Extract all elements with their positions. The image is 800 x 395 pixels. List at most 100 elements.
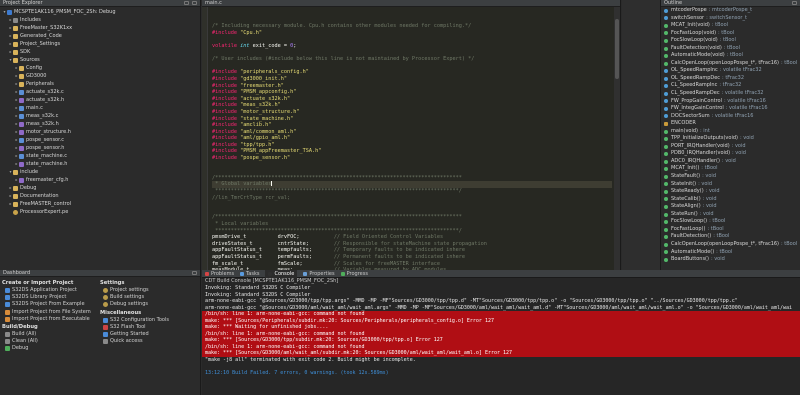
outline-item[interactable]: MCAT_Init(void): tBool [661, 22, 800, 30]
outline-item[interactable]: FocFastLoop(void): tBool [661, 30, 800, 38]
code-token: #include [212, 148, 241, 155]
outline-item[interactable]: StateAlign(): void [661, 203, 800, 211]
outline-item[interactable]: StateInit(): void [661, 181, 800, 189]
tree-item[interactable]: ▸ actuate_s32k.c [0, 88, 200, 96]
code-content[interactable]: /* Including necessary module. Cpu.h con… [212, 10, 612, 270]
console-tab-tasks[interactable]: Tasks [240, 271, 259, 277]
outline-item[interactable]: OL_SpeedRampDec: tFrac32 [661, 75, 800, 83]
console-tab-problems[interactable]: Problems [205, 271, 234, 277]
minimize-icon[interactable] [184, 1, 189, 5]
outline-item[interactable]: FocSlowLoop(void): tBool [661, 37, 800, 45]
maximize-icon[interactable] [192, 1, 197, 5]
tree-item-label: meas_s32k.h [26, 121, 59, 127]
dashboard-link[interactable]: Debug [2, 345, 100, 352]
outline-item[interactable]: ENCODER [661, 120, 800, 128]
tree-item[interactable]: ▸ pospe_sensor.h [0, 144, 200, 152]
tree-item[interactable]: ▸ Project_Settings [0, 40, 200, 48]
dashboard-link-label: Project settings [110, 287, 149, 293]
dashboard-link[interactable]: S32DS Library Project [2, 294, 100, 301]
dashboard-link[interactable]: Import Project from Executable [2, 316, 100, 323]
outline-item[interactable]: CalcOpenLoop(openLoopPospe_t*, tFrac16):… [661, 60, 800, 68]
outline-item[interactable]: CL_SpeedRampInc: tFrac32 [661, 82, 800, 90]
tree-item[interactable]: ▸ Generated_Code [0, 32, 200, 40]
outline-item[interactable]: FW_IntegGainControl: volatile tFrac16 [661, 105, 800, 113]
outline-item[interactable]: BoardButtons(): void [661, 256, 800, 264]
tree-item[interactable]: ▸ meas_s32k.c [0, 112, 200, 120]
tree-item[interactable]: ProcessorExpert.pe [0, 208, 200, 216]
editor-scrollbar[interactable] [614, 7, 620, 270]
dashboard-link[interactable]: S32DS Application Project [2, 287, 100, 294]
dashboard-tab[interactable]: Dashboard [3, 270, 30, 276]
outline-item[interactable]: FaultDetection(): tBool [661, 233, 800, 241]
outline-item[interactable]: AutomaticMode(): tBool [661, 249, 800, 257]
outline-item[interactable]: TPP_InitializeOutputs(void): void [661, 135, 800, 143]
dashboard-link[interactable]: S32 Flash Tool [100, 324, 198, 331]
dashboard-link[interactable]: Build settings [100, 294, 198, 301]
tree-item[interactable]: ▸ Config [0, 64, 200, 72]
outline-item[interactable]: switchSensor: switchSensor_t [661, 15, 800, 23]
minimize-icon[interactable] [192, 271, 197, 275]
code-token: // Scales for freeMASTER interface [333, 260, 440, 267]
console-output[interactable]: Invoking: Standard S32DS C Compiler Invok… [202, 285, 800, 376]
tree-item[interactable]: ▸ Includes [0, 16, 200, 24]
outline-item[interactable]: FaultDetection(void): tBool [661, 45, 800, 53]
tree-item[interactable]: ▸ Peripherals [0, 80, 200, 88]
outline-item[interactable]: AutomaticMode(void): tBool [661, 52, 800, 60]
tree-item[interactable]: ▸ meas_s32k.h [0, 120, 200, 128]
outline-item[interactable]: CalcOpenLoop(openLoopPospe_t*, tFrac16):… [661, 241, 800, 249]
outline-item[interactable]: PORT_IRQHandler(void): void [661, 143, 800, 151]
console-tab-properties[interactable]: Properties [303, 271, 335, 277]
tree-item[interactable]: ▸ FreeMASTER_control [0, 200, 200, 208]
outline-item[interactable]: FW_PropGainControl: volatile tFrac16 [661, 98, 800, 106]
console-tab-console[interactable]: Console [265, 270, 298, 278]
tree-item[interactable]: ▸ actuate_s32k.h [0, 96, 200, 104]
outline-item[interactable]: main(void): int [661, 128, 800, 136]
dashboard-link[interactable]: S32 Configuration Tools [100, 317, 198, 324]
tree-item[interactable]: ▸ FreeMaster_S32K1xx [0, 24, 200, 32]
tree-item[interactable]: ▸ motor_structure.h [0, 128, 200, 136]
code-editor[interactable]: main.c /* Including necessary module. Cp… [202, 0, 621, 270]
code-token: "PMSM_appconfig.h" [240, 89, 297, 96]
outline-item[interactable]: FocFastLoop(): tBool [661, 226, 800, 234]
outline-item[interactable]: mtcoderPospe: mtcoderPospe_t [661, 7, 800, 15]
tree-item[interactable]: ▸ Debug [0, 184, 200, 192]
outline-item[interactable]: PDB0_IRQHandler(void): void [661, 150, 800, 158]
outline-item[interactable]: DOCSectorSum: volatile tFrac16 [661, 113, 800, 121]
console-tab-progress[interactable]: Progress [340, 271, 368, 277]
outline-item-label: CL_SpeedRampInc [671, 82, 718, 89]
tree-item[interactable]: ▸ main.c [0, 104, 200, 112]
outline-item[interactable]: ADC0_IRQHandler(): void [661, 158, 800, 166]
dashboard-link[interactable]: Debug settings [100, 301, 198, 308]
tree-item[interactable]: ▸ state_machine.h [0, 160, 200, 168]
tree-item[interactable]: ▸ freemaster_cfg.h [0, 176, 200, 184]
outline-item[interactable]: MCAT_Init(): tBool [661, 165, 800, 173]
dashboard-link[interactable]: Quick access [100, 338, 198, 345]
tree-item[interactable]: ▸ GD3000 [0, 72, 200, 80]
scrollbar-thumb[interactable] [615, 19, 619, 79]
tree-item[interactable]: ▸ Documentation [0, 192, 200, 200]
outline-item[interactable]: StateRun(): void [661, 211, 800, 219]
tree-item[interactable]: ▸ state_machine.c [0, 152, 200, 160]
outline-item[interactable]: StateFault(): void [661, 173, 800, 181]
outline-item[interactable]: OL_SpeedRampInc: volatile tFrac32 [661, 67, 800, 75]
dashboard-link[interactable]: Import Project from File System [2, 309, 100, 316]
tree-item[interactable]: ▾ include [0, 168, 200, 176]
dashboard-link[interactable]: Project settings [100, 287, 198, 294]
tree-item[interactable]: ▸ pospe_sensor.c [0, 136, 200, 144]
outline-item[interactable]: StateReady(): void [661, 188, 800, 196]
outline-item[interactable]: FocSlowLoop(): tBool [661, 218, 800, 226]
tree-item[interactable]: ▾ Sources [0, 56, 200, 64]
dashboard-link[interactable]: Getting Started [100, 331, 198, 338]
outline-item[interactable]: CL_SpeedRampDec: volatile tFrac32 [661, 90, 800, 98]
code-token: fm_scale_t fmScale; [212, 260, 334, 267]
tree-item[interactable]: ▸ SDK [0, 48, 200, 56]
dashboard-link[interactable]: Build (All) [2, 331, 100, 338]
project-explorer-tab[interactable]: Project Explorer [3, 0, 43, 6]
editor-tab-main-c[interactable]: main.c [205, 0, 222, 6]
outline-tab[interactable]: Outline [664, 0, 682, 6]
tree-item[interactable]: ▾ MCSPTE1AK116_PMSM_FOC_2Sh: Debug [0, 8, 200, 16]
outline-item[interactable]: StateCalib(): void [661, 196, 800, 204]
dashboard-link[interactable]: S32DS Project From Example [2, 301, 100, 308]
minimize-icon[interactable] [792, 1, 797, 5]
dashboard-link[interactable]: Clean (All) [2, 338, 100, 345]
